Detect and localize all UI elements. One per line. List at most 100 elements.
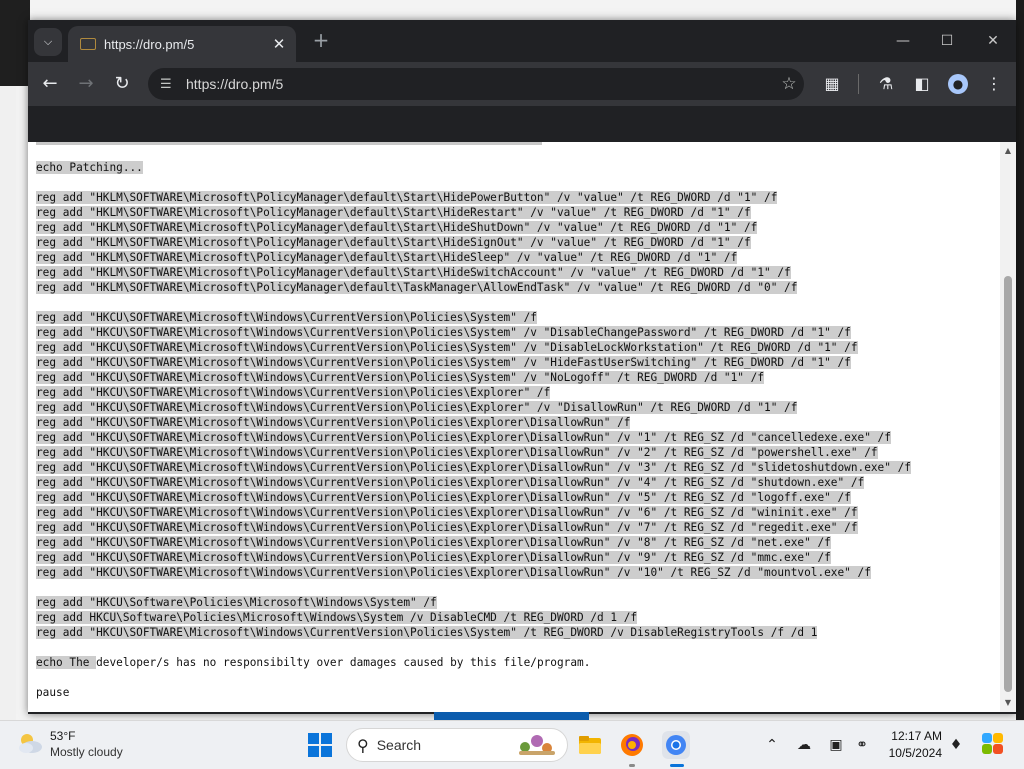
maximize-button[interactable]: ☐	[924, 28, 970, 54]
flask-icon[interactable]: ⚗	[874, 72, 898, 96]
file-explorer-icon[interactable]	[576, 731, 604, 759]
previous-line-selection	[36, 142, 542, 145]
selected-text: reg add "HKCU\SOFTWARE\Microsoft\Windows…	[36, 506, 858, 519]
script-line: reg add "HKCU\SOFTWARE\Microsoft\Windows…	[36, 460, 911, 475]
selected-text: reg add "HKLM\SOFTWARE\Microsoft\PolicyM…	[36, 251, 738, 264]
script-line: reg add "HKLM\SOFTWARE\Microsoft\PolicyM…	[36, 235, 911, 250]
script-line: reg add "HKCU\SOFTWARE\Microsoft\Windows…	[36, 535, 911, 550]
selected-text: reg add "HKCU\SOFTWARE\Microsoft\Windows…	[36, 311, 537, 324]
profile-icon[interactable]: ●	[948, 74, 968, 94]
script-line: reg add "HKCU\SOFTWARE\Microsoft\Windows…	[36, 565, 911, 580]
selected-text: reg add "HKCU\SOFTWARE\Microsoft\Windows…	[36, 491, 851, 504]
desktop-background	[0, 0, 16, 720]
copilot-icon[interactable]	[980, 731, 1006, 757]
selected-text: reg add "HKCU\SOFTWARE\Microsoft\Windows…	[36, 566, 871, 579]
page-scrollbar[interactable]: ▲ ▼	[1000, 142, 1016, 712]
selected-text: echo The	[36, 656, 97, 669]
cloud-icon[interactable]	[16, 731, 44, 755]
script-line	[36, 640, 911, 655]
selected-text: reg add "HKCU\SOFTWARE\Microsoft\Windows…	[36, 401, 798, 414]
search-highlight-icon	[519, 735, 555, 755]
selected-text: reg add "HKLM\SOFTWARE\Microsoft\PolicyM…	[36, 221, 758, 234]
page-favicon-icon	[80, 38, 96, 50]
script-line	[36, 175, 911, 190]
script-line	[36, 670, 911, 685]
windows-start-icon[interactable]	[308, 733, 332, 757]
script-line: reg add "HKCU\SOFTWARE\Microsoft\Windows…	[36, 550, 911, 565]
selected-text: reg add "HKLM\SOFTWARE\Microsoft\PolicyM…	[36, 266, 791, 279]
selected-text: reg add "HKCU\SOFTWARE\Microsoft\Windows…	[36, 386, 551, 399]
script-line: reg add "HKCU\SOFTWARE\Microsoft\Windows…	[36, 445, 911, 460]
toolbar-separator	[858, 74, 859, 94]
weather-description[interactable]: Mostly cloudy	[50, 745, 123, 759]
arrow-right-icon: →	[78, 73, 94, 94]
script-line: reg add "HKLM\SOFTWARE\Microsoft\PolicyM…	[36, 280, 911, 295]
display-icon[interactable]: ▣	[826, 735, 846, 755]
script-line: reg add "HKCU\SOFTWARE\Microsoft\Windows…	[36, 430, 911, 445]
reload-icon: ↻	[114, 73, 130, 94]
chevron-up-icon[interactable]: ⌃	[762, 735, 782, 755]
scrollbar-thumb[interactable]	[1004, 276, 1012, 692]
chrome-icon[interactable]	[662, 731, 690, 759]
bell-icon[interactable]: ♦	[946, 735, 966, 755]
forward-button[interactable]: →	[74, 72, 98, 96]
scroll-up-icon[interactable]: ▲	[1000, 144, 1016, 158]
script-line: reg add "HKCU\SOFTWARE\Microsoft\Windows…	[36, 625, 911, 640]
script-line: reg add "HKCU\SOFTWARE\Microsoft\Windows…	[36, 325, 911, 340]
clock-date[interactable]: 10/5/2024	[884, 746, 942, 760]
selected-text: reg add "HKCU\SOFTWARE\Microsoft\Windows…	[36, 356, 851, 369]
script-line: reg add "HKCU\SOFTWARE\Microsoft\Windows…	[36, 370, 911, 385]
script-line: reg add "HKCU\SOFTWARE\Microsoft\Windows…	[36, 385, 911, 400]
selected-text: reg add "HKCU\SOFTWARE\Microsoft\Windows…	[36, 521, 858, 534]
cloud-offline-icon[interactable]: ☁	[794, 735, 814, 755]
selected-text: reg add "HKCU\SOFTWARE\Microsoft\Windows…	[36, 461, 911, 474]
selected-text: reg add "HKCU\SOFTWARE\Microsoft\Windows…	[36, 626, 818, 639]
clock-time[interactable]: 12:17 AM	[884, 729, 942, 743]
selected-text: reg add "HKCU\SOFTWARE\Microsoft\Windows…	[36, 416, 631, 429]
address-bar[interactable]: ☰ https://dro.pm/5 ☆	[148, 68, 804, 100]
kebab-menu-icon[interactable]: ⋮	[982, 72, 1006, 96]
url-text[interactable]: https://dro.pm/5	[186, 76, 774, 92]
weather-temperature[interactable]: 53°F	[50, 729, 75, 743]
desktop-window-behind	[0, 0, 30, 86]
new-tab-button[interactable]: +	[310, 30, 332, 52]
taskbar-search-box[interactable]: ⚲ Search	[346, 728, 568, 762]
tab-active[interactable]: https://dro.pm/5 ✕	[68, 26, 296, 62]
close-tab-icon[interactable]: ✕	[268, 35, 290, 53]
side-panel-icon[interactable]: ◧	[910, 72, 934, 96]
script-line: pause	[36, 686, 70, 699]
firefox-running-indicator	[629, 764, 635, 767]
close-window-button[interactable]: ✕	[970, 28, 1016, 54]
script-line: reg add "HKCU\SOFTWARE\Microsoft\Windows…	[36, 505, 911, 520]
page-header-area	[28, 106, 1016, 142]
selected-text: reg add "HKCU\SOFTWARE\Microsoft\Windows…	[36, 476, 865, 489]
selected-text: reg add "HKLM\SOFTWARE\Microsoft\PolicyM…	[36, 206, 751, 219]
script-line	[36, 295, 911, 310]
puzzle-icon[interactable]: ▦	[820, 72, 844, 96]
firefox-icon[interactable]	[618, 731, 646, 759]
script-line: reg add "HKCU\SOFTWARE\Microsoft\Windows…	[36, 400, 911, 415]
script-line: reg add "HKCU\SOFTWARE\Microsoft\Windows…	[36, 310, 911, 325]
tune-icon[interactable]: ☰	[160, 77, 176, 92]
network-icon[interactable]: ⚭	[852, 735, 872, 755]
script-line: reg add "HKLM\SOFTWARE\Microsoft\PolicyM…	[36, 220, 911, 235]
tab-search-button[interactable]: ⌵	[34, 28, 62, 56]
search-icon: ⚲	[357, 735, 369, 755]
arrow-left-icon: ←	[42, 73, 58, 94]
chevron-down-icon: ⌵	[43, 35, 53, 48]
selected-text: reg add "HKCU\SOFTWARE\Microsoft\Windows…	[36, 341, 858, 354]
script-line: reg add "HKLM\SOFTWARE\Microsoft\PolicyM…	[36, 205, 911, 220]
star-icon[interactable]: ☆	[774, 74, 804, 94]
page-content: echo Patching... reg add "HKLM\SOFTWARE\…	[28, 142, 1016, 712]
selected-text: reg add HKCU\Software\Policies\Microsoft…	[36, 611, 638, 624]
script-line	[36, 580, 911, 595]
tab-strip: ⌵ https://dro.pm/5 ✕ + — ☐ ✕	[28, 20, 1016, 62]
script-text[interactable]: echo Patching... reg add "HKLM\SOFTWARE\…	[36, 160, 911, 700]
script-line: reg add "HKLM\SOFTWARE\Microsoft\PolicyM…	[36, 250, 911, 265]
selected-text: reg add "HKLM\SOFTWARE\Microsoft\PolicyM…	[36, 236, 751, 249]
script-line: reg add "HKLM\SOFTWARE\Microsoft\PolicyM…	[36, 265, 911, 280]
scroll-down-icon[interactable]: ▼	[1000, 696, 1016, 710]
reload-button[interactable]: ↻	[110, 72, 134, 96]
minimize-button[interactable]: —	[880, 28, 926, 54]
back-button[interactable]: ←	[38, 72, 62, 96]
